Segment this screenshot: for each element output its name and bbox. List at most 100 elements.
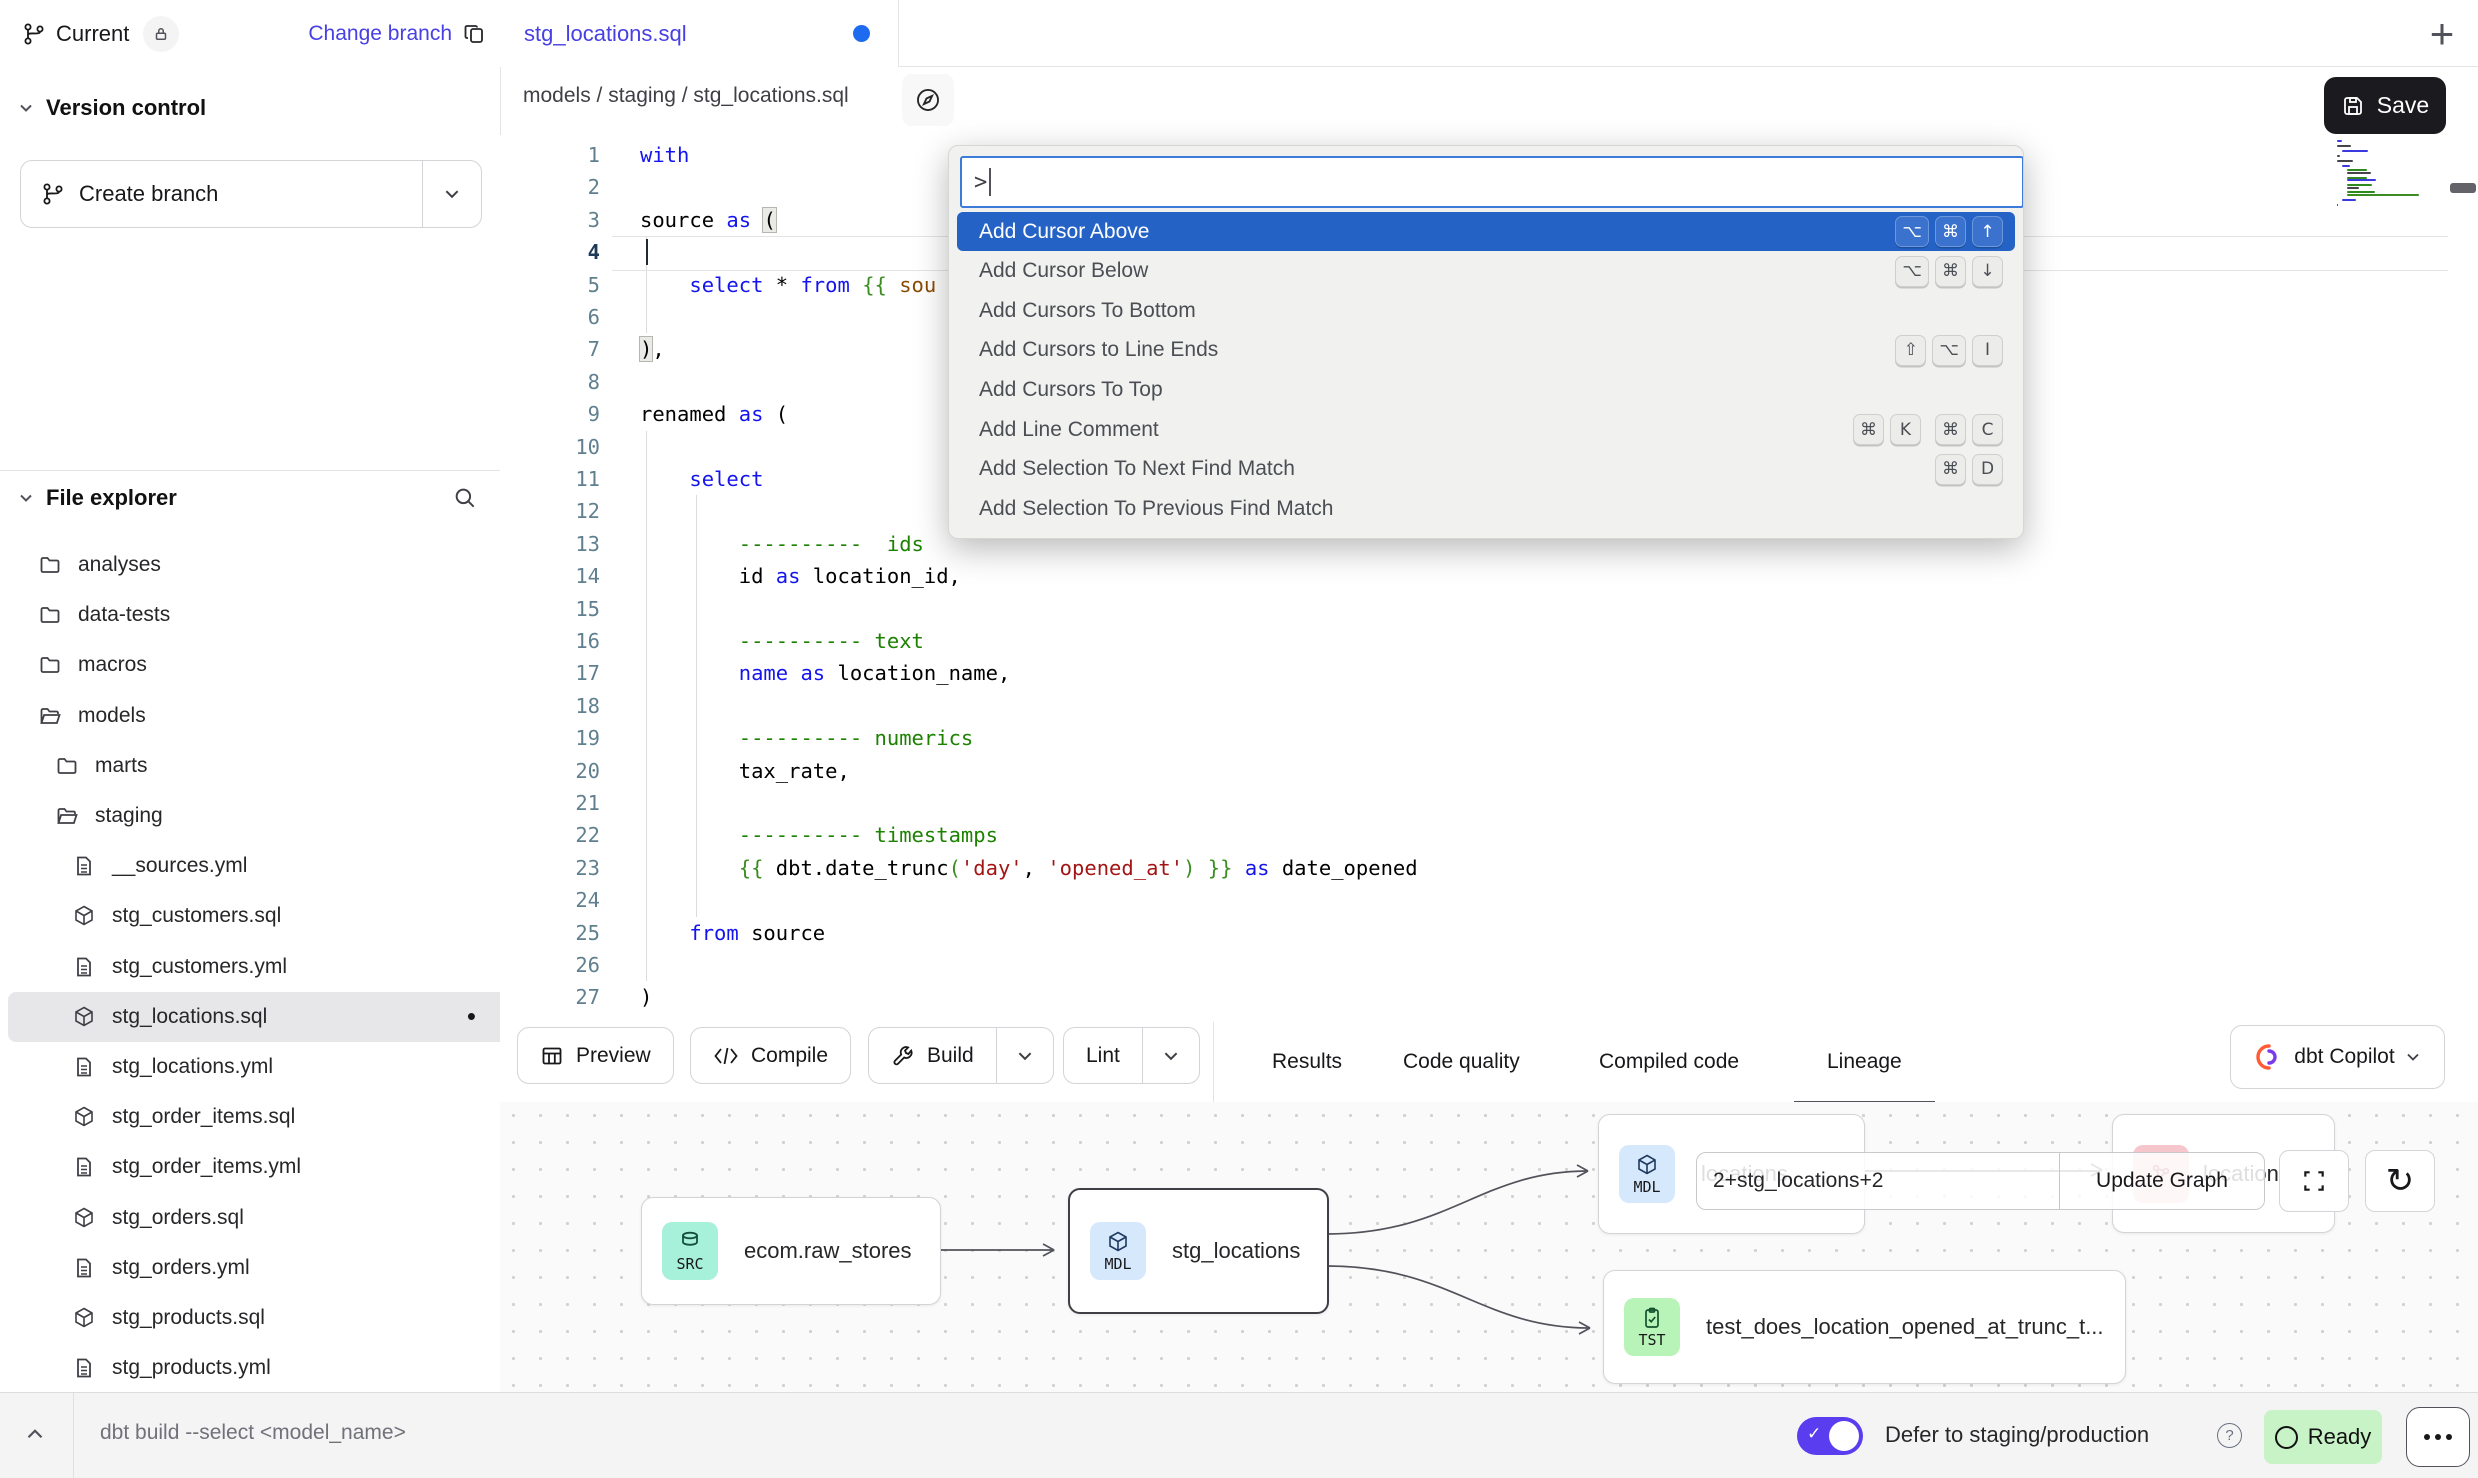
cube-icon [1635,1153,1659,1177]
line-number: 24 [500,884,600,916]
palette-item-add-selection-to-next-find-match[interactable]: Add Selection To Next Find Match⌘D [957,450,2015,489]
code-line-3: source as ( [640,204,776,236]
line-number: 18 [500,690,600,722]
palette-item-label: Add Cursor Below [979,259,1148,283]
palette-item-add-selection-to-all-find-matches[interactable]: Add Selection To All Find Matches [957,529,2015,539]
file-item-analyses[interactable]: analyses [8,540,522,590]
current-branch[interactable]: Current [22,16,179,52]
compass-icon[interactable] [902,74,954,126]
file-item-stg-products-yml[interactable]: stg_products.yml [8,1343,556,1393]
preview-button[interactable]: Preview [517,1027,674,1084]
change-branch-link[interactable]: Change branch [308,22,452,46]
palette-item-add-cursors-to-line-ends[interactable]: Add Cursors to Line Ends⇧⌥I [957,331,2015,370]
tab-stg-locations-sql[interactable]: stg_locations.sql [500,0,899,67]
file-item-stg-products-sql[interactable]: stg_products.sql [8,1293,556,1343]
palette-item-add-cursor-below[interactable]: Add Cursor Below⌥⌘↓ [957,252,2015,291]
palette-item-add-cursors-to-bottom[interactable]: Add Cursors To Bottom [957,291,2015,330]
file-item-stg-customers-yml[interactable]: stg_customers.yml [8,942,556,992]
tab-code-quality[interactable]: Code quality [1403,1022,1520,1101]
lineage-panel[interactable]: SRC ecom.raw_stores MDL stg_locations MD… [500,1102,2478,1392]
tab-lineage[interactable]: Lineage [1794,1022,1935,1104]
file-item-macros[interactable]: macros [8,640,522,690]
palette-item-add-selection-to-previous-find-match[interactable]: Add Selection To Previous Find Match [957,489,2015,528]
lineage-node-source[interactable]: SRC ecom.raw_stores [641,1197,941,1305]
palette-item-add-cursors-to-top[interactable]: Add Cursors To Top [957,370,2015,409]
file-name: macros [78,653,147,677]
tab-results[interactable]: Results [1272,1022,1342,1101]
file-item-data-tests[interactable]: data-tests [8,590,522,640]
shortcut-keys: ⇧⌥I [1895,335,2003,366]
code-line-9: renamed as ( [640,398,788,430]
tab-compiled-code[interactable]: Compiled code [1599,1022,1739,1101]
folder-icon [38,603,62,627]
file-item-stg-customers-sql[interactable]: stg_customers.sql [8,891,556,941]
more-options-button[interactable] [2406,1407,2470,1467]
defer-toggle[interactable]: ✓ [1797,1417,1863,1455]
create-branch-button[interactable]: Create branch [20,160,482,228]
folder-icon [38,553,62,577]
key-chip: ⌥ [1932,335,1966,366]
model-icon [72,1206,96,1230]
file-name: stg_products.sql [112,1306,265,1330]
refresh-button[interactable]: ↻ [2365,1150,2435,1212]
help-icon[interactable]: ? [2217,1423,2242,1448]
file-name: stg_order_items.sql [112,1105,295,1129]
lineage-node-test[interactable]: TST test_does_location_opened_at_trunc_t… [1603,1270,2126,1384]
copilot-label: dbt Copilot [2294,1045,2394,1069]
lineage-node-stg-locations[interactable]: MDL stg_locations [1068,1188,1329,1314]
line-number: 25 [500,917,600,949]
scrollbar-handle[interactable] [2450,183,2476,193]
shortcut-keys: ⌘D [1935,454,2003,485]
key-chip: ⌘ [1935,216,1966,247]
command-input[interactable]: dbt build --select <model_name> [100,1421,406,1445]
file-item-marts[interactable]: marts [8,741,539,791]
file-item-stg-orders-sql[interactable]: stg_orders.sql [8,1193,556,1243]
build-dropdown[interactable] [996,1028,1053,1083]
file-item-stg-locations-yml[interactable]: stg_locations.yml [8,1042,556,1092]
source-badge: SRC [662,1222,718,1280]
lineage-filter-input[interactable]: 2+stg_locations+2 [1697,1153,2059,1209]
file-item-models[interactable]: models [8,691,522,741]
file-item-staging[interactable]: staging [8,791,539,841]
wrench-icon [891,1044,915,1068]
file-item--sources-yml[interactable]: __sources.yml [8,841,556,891]
line-number: 20 [500,755,600,787]
palette-item-add-cursor-above[interactable]: Add Cursor Above⌥⌘↑ [957,212,2015,251]
file-name: stg_orders.sql [112,1206,244,1230]
palette-item-label: Add Cursors To Bottom [979,299,1196,323]
file-item-stg-order-items-sql[interactable]: stg_order_items.sql [8,1092,556,1142]
dbt-copilot-button[interactable]: dbt Copilot [2230,1025,2445,1089]
compile-button[interactable]: Compile [690,1027,851,1084]
update-graph-button[interactable]: Update Graph [2059,1153,2264,1209]
build-button[interactable]: Build [868,1027,1054,1084]
command-palette-input[interactable]: > [960,156,2024,208]
palette-item-add-line-comment[interactable]: Add Line Comment⌘K⌘C [957,410,2015,449]
copy-icon[interactable] [462,22,486,46]
create-branch-dropdown[interactable] [422,161,481,227]
lint-dropdown[interactable] [1142,1028,1199,1083]
chevron-down-icon [443,185,461,203]
file-item-stg-locations-sql[interactable]: stg_locations.sql• [8,992,556,1042]
minimap[interactable] [2337,140,2445,208]
editor-toolbar: Preview Compile Build [500,1022,2478,1103]
file-item-stg-orders-yml[interactable]: stg_orders.yml [8,1243,556,1293]
line-number: 17 [500,657,600,689]
file-icon [72,854,96,878]
key-chip: ⌘ [1935,454,1966,485]
file-item-stg-order-items-yml[interactable]: stg_order_items.yml [8,1142,556,1192]
clipboard-check-icon [1640,1306,1664,1330]
file-explorer-title: File explorer [46,485,177,511]
lint-button[interactable]: Lint [1063,1027,1200,1084]
search-icon[interactable] [452,485,478,511]
minimap-line [2342,199,2356,201]
lint-label: Lint [1086,1044,1120,1068]
version-control-header[interactable]: Version control [18,95,206,121]
key-chip: K [1890,414,1921,445]
fullscreen-button[interactable] [2279,1150,2349,1212]
new-tab-button[interactable]: + [2416,8,2468,60]
file-icon [72,955,96,979]
status-badge[interactable]: Ready [2264,1410,2382,1464]
expand-panel-button[interactable] [22,1421,48,1447]
file-explorer-header[interactable]: File explorer [18,485,482,511]
save-button[interactable]: Save [2324,77,2446,134]
